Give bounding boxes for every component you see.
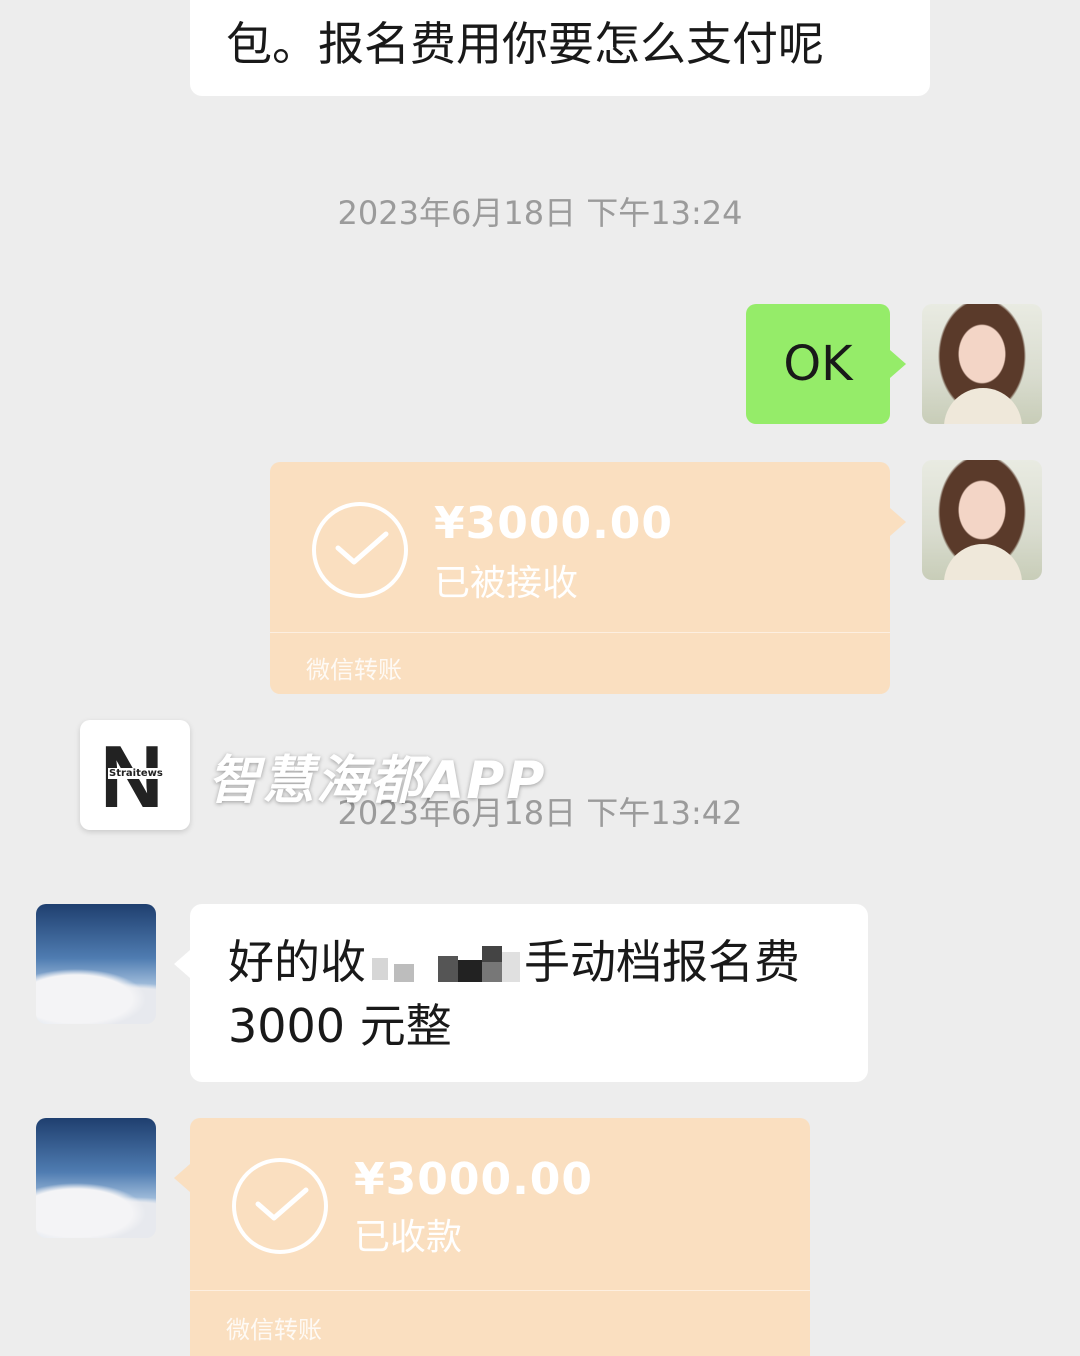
- watermark: N Straitews 智慧海都APP: [80, 720, 546, 830]
- transfer-footer: 微信转账: [226, 1316, 322, 1344]
- bubble-tail: [890, 350, 906, 378]
- bubble-tail: [174, 950, 190, 978]
- mosaic-redaction: [366, 942, 524, 990]
- divider: [190, 1290, 810, 1291]
- check-circle-icon: [312, 502, 408, 598]
- message-line: 3000 元整: [228, 999, 452, 1053]
- message-line: 好的收 手动档报名费: [228, 930, 868, 994]
- divider: [270, 632, 890, 633]
- bubble-tail: [174, 1164, 190, 1192]
- avatar-self[interactable]: [922, 460, 1042, 580]
- message-text: 包。报名费用你要怎么支付呢: [226, 17, 824, 71]
- message-bubble-incoming[interactable]: 好的收 手动档报名费 3000 元整: [174, 904, 868, 1082]
- bubble-tail: [890, 508, 906, 536]
- transfer-card-received[interactable]: ¥3000.00 已收款 微信转账: [174, 1118, 810, 1356]
- message-bubble-incoming-partial[interactable]: 包。报名费用你要怎么支付呢: [190, 0, 930, 96]
- watermark-text: 智慧海都APP: [208, 750, 547, 811]
- watermark-logo-sub: Straitews: [108, 768, 164, 779]
- avatar-contact[interactable]: [36, 904, 156, 1024]
- message-text: OK: [783, 336, 853, 392]
- transfer-amount: ¥3000.00: [434, 498, 674, 549]
- check-circle-icon: [232, 1158, 328, 1254]
- avatar-self[interactable]: [922, 304, 1042, 424]
- message-bubble-outgoing[interactable]: OK: [746, 304, 906, 424]
- avatar-contact[interactable]: [36, 1118, 156, 1238]
- transfer-footer: 微信转账: [306, 656, 402, 684]
- timestamp: 2023年6月18日 下午13:24: [337, 194, 743, 232]
- message-text-part: 手动档报名费: [524, 935, 800, 989]
- transfer-amount: ¥3000.00: [354, 1154, 594, 1205]
- message-text-part: 好的收: [228, 935, 366, 989]
- watermark-logo: N Straitews: [80, 720, 190, 830]
- transfer-card-sent[interactable]: ¥3000.00 已被接收 微信转账: [270, 462, 906, 694]
- transfer-status: 已收款: [354, 1217, 463, 1258]
- transfer-status: 已被接收: [434, 563, 579, 604]
